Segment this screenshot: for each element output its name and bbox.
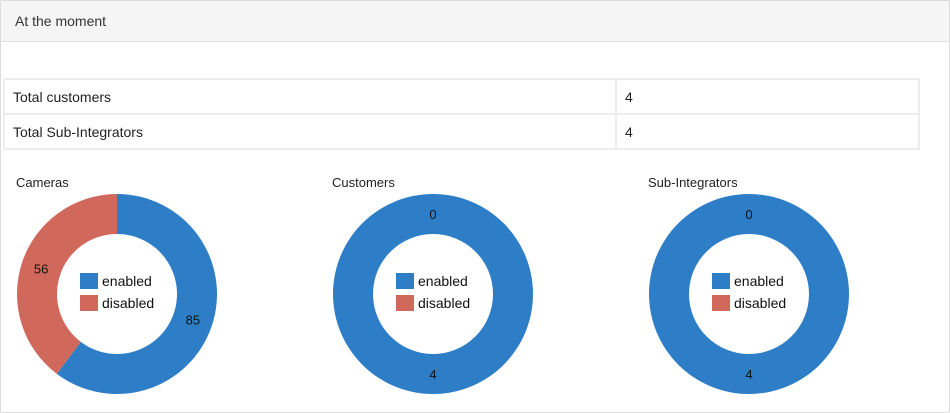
legend-swatch-enabled	[396, 273, 414, 289]
chart-customers: Customers 4 0 enabled disabled	[332, 175, 552, 397]
chart-legend: enabled disabled	[712, 270, 786, 314]
slice-label-disabled: 0	[429, 207, 436, 222]
chart-cameras: Cameras 85 56 enabled disabled	[16, 175, 236, 397]
chart-legend: enabled disabled	[80, 270, 154, 314]
legend-item-enabled[interactable]: enabled	[396, 270, 470, 292]
table-row: Total customers 4	[3, 78, 920, 115]
stat-label-customers: Total customers	[3, 78, 617, 115]
slice-label-enabled: 4	[429, 367, 436, 382]
legend-item-disabled[interactable]: disabled	[712, 292, 786, 314]
panel-title: At the moment	[1, 1, 949, 42]
stat-value-subintegrators: 4	[615, 113, 920, 150]
legend-swatch-disabled	[396, 295, 414, 311]
legend-label: disabled	[102, 295, 155, 311]
chart-title: Cameras	[16, 175, 69, 190]
legend-item-disabled[interactable]: disabled	[80, 292, 154, 314]
slice-label-disabled: 56	[34, 262, 48, 277]
legend-item-disabled[interactable]: disabled	[396, 292, 470, 314]
legend-label: disabled	[418, 295, 471, 311]
stat-label-subintegrators: Total Sub-Integrators	[3, 113, 617, 150]
legend-item-enabled[interactable]: enabled	[712, 270, 786, 292]
legend-swatch-enabled	[80, 273, 98, 289]
legend-label: enabled	[734, 273, 784, 289]
legend-swatch-disabled	[712, 295, 730, 311]
slice-label-disabled: 0	[745, 207, 752, 222]
legend-item-enabled[interactable]: enabled	[80, 270, 154, 292]
legend-label: enabled	[102, 273, 152, 289]
table-row: Total Sub-Integrators 4	[3, 113, 920, 150]
stats-table: Total customers 4 Total Sub-Integrators …	[3, 78, 920, 150]
chart-legend: enabled disabled	[396, 270, 470, 314]
dashboard-panel: At the moment Total customers 4 Total Su…	[0, 0, 950, 413]
legend-swatch-disabled	[80, 295, 98, 311]
slice-label-enabled: 85	[186, 312, 200, 327]
slice-label-enabled: 4	[745, 367, 752, 382]
chart-sub-integrators: Sub-Integrators 4 0 enabled disabled	[648, 175, 868, 397]
legend-label: enabled	[418, 273, 468, 289]
stat-value-customers: 4	[615, 78, 920, 115]
chart-title: Sub-Integrators	[648, 175, 738, 190]
chart-title: Customers	[332, 175, 395, 190]
legend-swatch-enabled	[712, 273, 730, 289]
legend-label: disabled	[734, 295, 787, 311]
